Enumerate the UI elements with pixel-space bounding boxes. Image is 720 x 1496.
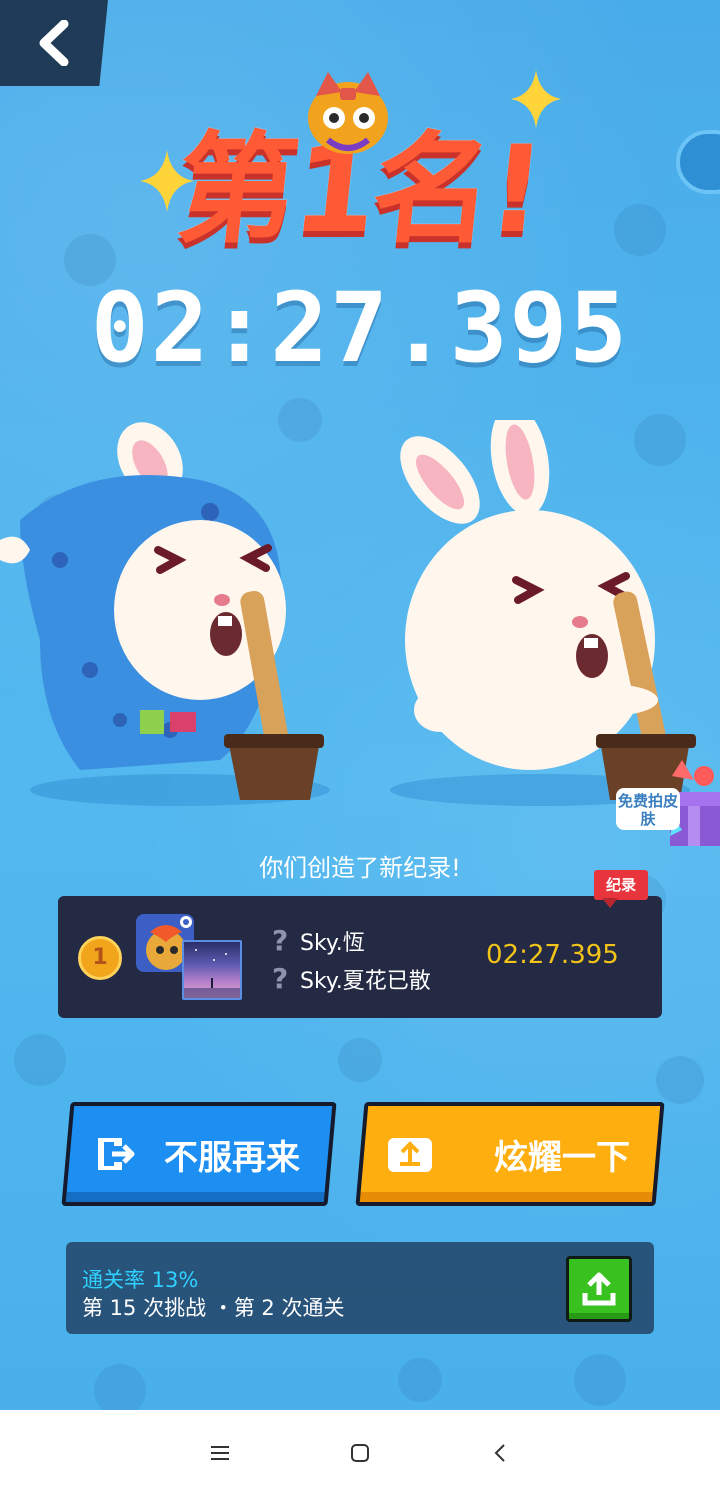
home-square-icon (351, 1444, 369, 1462)
retry-button[interactable]: 不服再来 (61, 1102, 337, 1206)
back-button[interactable] (0, 0, 108, 86)
player-row-2: ? Sky.夏花已散 (272, 962, 431, 995)
nav-home-button[interactable] (330, 1423, 390, 1483)
share-icon (388, 1138, 432, 1172)
retry-label: 不服再来 (164, 1137, 300, 1178)
lion-mascot-icon (308, 72, 388, 154)
record-tag: 纪录 (594, 870, 648, 900)
left-rabbit (0, 422, 324, 800)
unknown-marker: ? (272, 962, 289, 995)
back-chevron-icon (494, 1444, 505, 1462)
upload-button[interactable] (566, 1256, 632, 1322)
game-result-screen: 第1名! 02:27.395 免费拍皮肤 你们创造了新纪录! 纪录 1 ? Sk… (0, 0, 720, 1410)
player-name: Sky.夏花已散 (300, 968, 431, 994)
record-time: 02:27.395 (486, 940, 619, 970)
player-name: Sky.恆 (300, 930, 365, 956)
player-row-1: ? Sky.恆 (272, 924, 365, 957)
retry-icon (98, 1138, 135, 1170)
upload-icon (582, 1272, 616, 1306)
menu-icon (211, 1446, 229, 1460)
back-arrow-icon (39, 20, 69, 66)
record-tag-tail (602, 898, 618, 908)
attempt-count: 第 15 次挑战 ・第 2 次通关 (82, 1296, 345, 1320)
share-label: 炫耀一下 (494, 1137, 630, 1178)
pass-rate: 通关率 13% (82, 1268, 199, 1292)
nav-back-button[interactable] (470, 1423, 530, 1483)
player-avatar-2[interactable] (182, 940, 242, 1000)
nav-menu-button[interactable] (190, 1423, 250, 1483)
finish-time: 02:27.395 (90, 272, 630, 384)
system-nav-bar (0, 1410, 720, 1496)
rank-medal: 1 (78, 936, 122, 980)
unknown-marker: ? (272, 924, 289, 957)
free-skin-label[interactable]: 免费拍皮肤 (616, 788, 680, 830)
share-button[interactable]: 炫耀一下 (355, 1102, 665, 1206)
